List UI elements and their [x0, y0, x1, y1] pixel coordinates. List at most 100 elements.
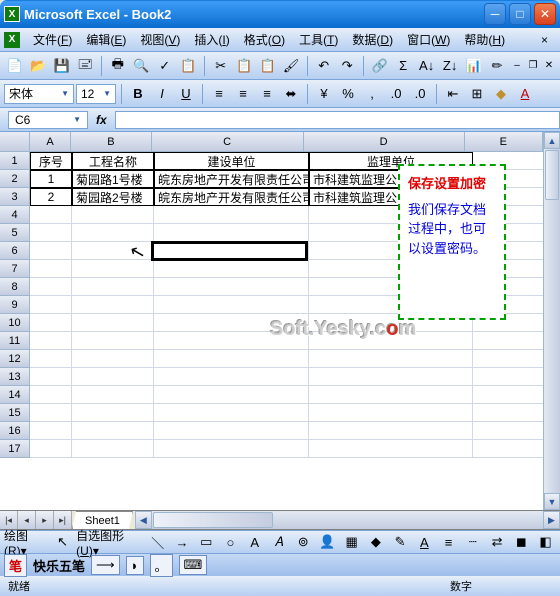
cell-E11[interactable] [473, 332, 543, 350]
oval-button[interactable]: ○ [220, 531, 241, 553]
arrow-button[interactable]: → [171, 531, 192, 553]
picture-button[interactable]: ▦ [341, 531, 362, 553]
cell-B15[interactable] [72, 404, 154, 422]
cell-B17[interactable] [72, 440, 154, 458]
col-header-C[interactable]: C [152, 132, 304, 152]
menu-e[interactable]: 编辑(E) [79, 33, 133, 47]
sort-desc-button[interactable]: Z↓ [439, 55, 461, 77]
borders-button[interactable]: ⊞ [466, 83, 488, 105]
redo-button[interactable]: ↷ [336, 55, 358, 77]
cell-E12[interactable] [473, 350, 543, 368]
cell-B4[interactable] [72, 206, 154, 224]
fill-color-button[interactable]: ◆ [490, 83, 512, 105]
sort-asc-button[interactable]: A↓ [416, 55, 438, 77]
permission-button[interactable]: 🖃 [75, 55, 97, 77]
cell-A8[interactable] [30, 278, 72, 296]
cell-E16[interactable] [473, 422, 543, 440]
cell-C7[interactable] [154, 260, 309, 278]
row-header-15[interactable]: 15 [0, 404, 30, 422]
row-header-17[interactable]: 17 [0, 440, 30, 458]
cell-A14[interactable] [30, 386, 72, 404]
shadow-button[interactable]: ◼ [511, 531, 532, 553]
horizontal-scrollbar[interactable]: ◀ ▶ [135, 511, 560, 529]
font-color-button[interactable]: A [514, 83, 536, 105]
menu-d[interactable]: 数据(D) [345, 33, 400, 47]
cell-C8[interactable] [154, 278, 309, 296]
textbox-button[interactable]: A [244, 531, 265, 553]
cell-C12[interactable] [154, 350, 309, 368]
format-painter-button[interactable]: 🖌 [280, 55, 302, 77]
row-header-2[interactable]: 2 [0, 170, 30, 188]
row-header-3[interactable]: 3 [0, 188, 30, 206]
cell-D12[interactable] [309, 350, 473, 368]
cell-A17[interactable] [30, 440, 72, 458]
cell-C9[interactable] [154, 296, 309, 314]
bold-button[interactable]: B [127, 83, 149, 105]
col-header-B[interactable]: B [71, 132, 151, 152]
arrow-style-button[interactable]: ⇄ [486, 531, 507, 553]
row-header-8[interactable]: 8 [0, 278, 30, 296]
cell-C13[interactable] [154, 368, 309, 386]
select-all-corner[interactable] [0, 132, 30, 152]
cell-A7[interactable] [30, 260, 72, 278]
row-header-7[interactable]: 7 [0, 260, 30, 278]
cell-A13[interactable] [30, 368, 72, 386]
select-objects-button[interactable]: ↖ [52, 531, 73, 553]
ime-lang-icon[interactable]: 笔 [4, 554, 27, 577]
cell-B11[interactable] [72, 332, 154, 350]
cell-B6[interactable] [72, 242, 154, 260]
ime-name[interactable]: 快乐五笔 [33, 556, 85, 575]
ime-punct-icon[interactable]: 。 [150, 554, 173, 577]
row-header-5[interactable]: 5 [0, 224, 30, 242]
cell-A2[interactable]: 1 [30, 170, 72, 188]
font-size-box[interactable]: 12▼ [76, 84, 116, 104]
vertical-scrollbar[interactable]: ▲ ▼ [543, 132, 560, 510]
tab-last-button[interactable]: ▸| [54, 511, 72, 529]
col-header-E[interactable]: E [465, 132, 543, 152]
cell-B8[interactable] [72, 278, 154, 296]
cell-A9[interactable] [30, 296, 72, 314]
autoshapes-menu[interactable]: 自选图形(U)▾ [76, 527, 144, 558]
close-button[interactable]: ✕ [534, 3, 556, 25]
spell-button[interactable]: ✓ [154, 55, 176, 77]
align-left-button[interactable]: ≡ [208, 83, 230, 105]
rect-button[interactable]: ▭ [196, 531, 217, 553]
align-right-button[interactable]: ≡ [256, 83, 278, 105]
wordart-button[interactable]: 𝐴 [268, 531, 289, 553]
cell-D16[interactable] [309, 422, 473, 440]
row-header-4[interactable]: 4 [0, 206, 30, 224]
currency-button[interactable]: ¥ [313, 83, 335, 105]
menu-h[interactable]: 帮助(H) [457, 33, 512, 47]
row-header-9[interactable]: 9 [0, 296, 30, 314]
research-button[interactable]: 📋 [177, 55, 199, 77]
cell-E14[interactable] [473, 386, 543, 404]
cell-C4[interactable] [154, 206, 309, 224]
cell-C2[interactable]: 皖东房地产开发有限责任公司 [154, 170, 309, 188]
cell-C14[interactable] [154, 386, 309, 404]
row-header-11[interactable]: 11 [0, 332, 30, 350]
cell-B12[interactable] [72, 350, 154, 368]
cell-E13[interactable] [473, 368, 543, 386]
font-name-box[interactable]: 宋体▼ [4, 84, 74, 104]
cell-A10[interactable] [30, 314, 72, 332]
cell-C6[interactable] [154, 242, 309, 260]
italic-button[interactable]: I [151, 83, 173, 105]
new-button[interactable]: 📄 [4, 55, 26, 77]
cell-A5[interactable] [30, 224, 72, 242]
cell-B13[interactable] [72, 368, 154, 386]
cell-C15[interactable] [154, 404, 309, 422]
row-header-14[interactable]: 14 [0, 386, 30, 404]
align-center-button[interactable]: ≡ [232, 83, 254, 105]
chart-button[interactable]: 📊 [463, 55, 485, 77]
paste-button[interactable]: 📋 [257, 55, 279, 77]
cell-A1[interactable]: 序号 [30, 152, 72, 170]
cell-B16[interactable] [72, 422, 154, 440]
wb-restore-button[interactable]: ❐ [526, 59, 540, 73]
comma-button[interactable]: , [361, 83, 383, 105]
cell-D15[interactable] [309, 404, 473, 422]
scroll-right-button[interactable]: ▶ [543, 511, 560, 529]
scroll-up-button[interactable]: ▲ [544, 132, 560, 149]
percent-button[interactable]: % [337, 83, 359, 105]
help-input[interactable]: × [537, 33, 552, 47]
cell-C3[interactable]: 皖东房地产开发有限责任公司 [154, 188, 309, 206]
